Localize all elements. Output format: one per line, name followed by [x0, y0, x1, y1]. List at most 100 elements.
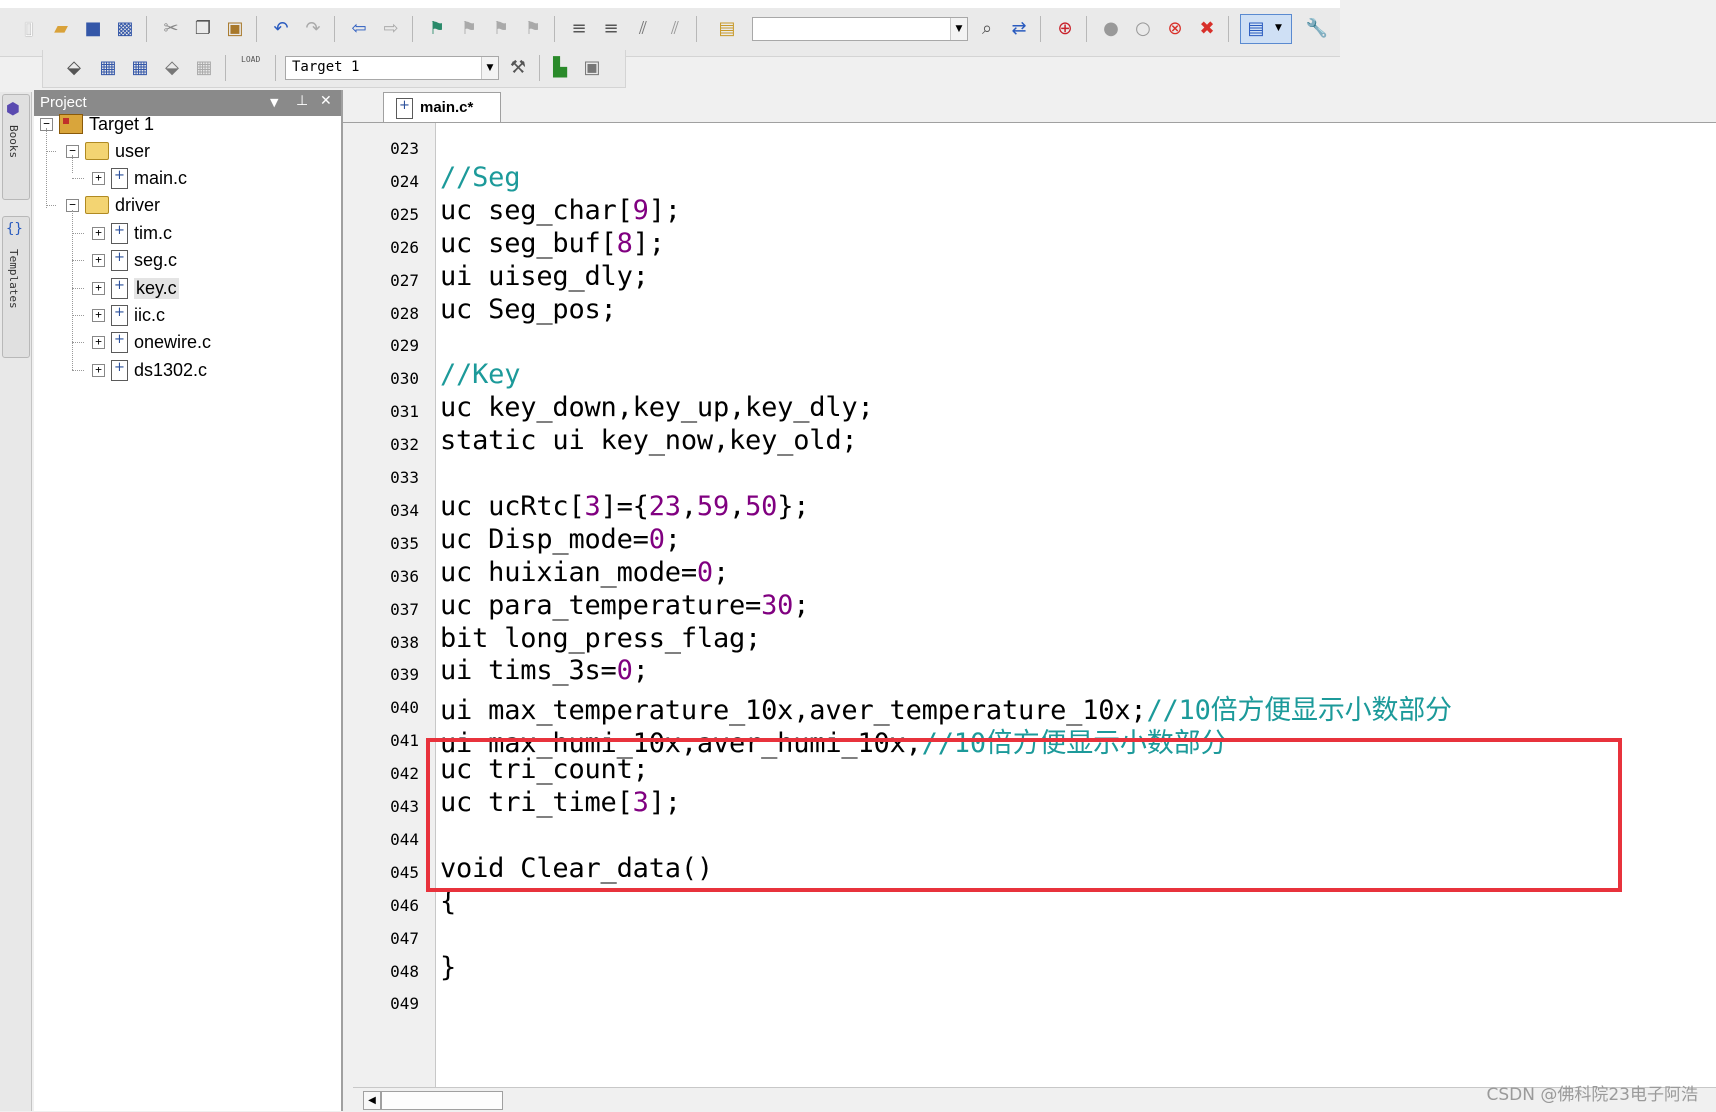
back-icon[interactable]: ⇦ — [348, 18, 370, 40]
code-line[interactable]: //Seg — [440, 162, 520, 193]
tree-item-main-c[interactable]: + main.c — [92, 165, 187, 191]
books-tab-label: Books — [7, 125, 20, 159]
code-text: ui uiseg_dly; — [440, 260, 649, 292]
uncomment-icon[interactable]: ⫽ — [664, 18, 686, 40]
clear-bookmarks-icon[interactable]: ⚑ — [522, 18, 544, 40]
open-icon[interactable]: ▰ — [50, 18, 72, 40]
options-icon[interactable]: ⚒ — [507, 57, 529, 79]
code-text: ]; — [632, 227, 665, 259]
chevron-down-icon[interactable]: ▼ — [270, 96, 278, 109]
expand-icon[interactable]: + — [92, 171, 105, 185]
breakpoint-icon[interactable]: ● — [1100, 18, 1122, 40]
select-packs-icon[interactable]: ▣ — [581, 57, 603, 79]
kill-breakpoints-icon[interactable]: ✖ — [1196, 18, 1218, 40]
build-icon[interactable]: ▦ — [97, 57, 119, 79]
tree-connector — [72, 315, 84, 316]
code-line[interactable]: //Key — [440, 359, 520, 390]
tab-main-c[interactable]: main.c* — [383, 92, 501, 122]
expand-icon[interactable]: + — [92, 335, 105, 349]
code-number: 9 — [632, 194, 649, 226]
code-text: uc ucRtc[ — [440, 490, 585, 522]
translate-icon[interactable]: ⬙ — [63, 57, 85, 79]
unindent-icon[interactable]: ≡ — [600, 18, 622, 40]
prev-bookmark-icon[interactable]: ⚑ — [458, 18, 480, 40]
tree-item-ds1302-c[interactable]: + ds1302.c — [92, 357, 207, 383]
copy-icon[interactable]: ❐ — [192, 18, 214, 40]
code-text: ui tims_3s= — [440, 655, 617, 687]
redo-icon[interactable]: ↷ — [302, 18, 324, 40]
code-line[interactable]: uc huixian_mode=0; — [440, 557, 729, 588]
tree-item-seg-c[interactable]: + seg.c — [92, 247, 177, 273]
code-line[interactable]: uc Disp_mode=0; — [440, 524, 681, 555]
code-line[interactable]: uc seg_buf[8]; — [440, 228, 665, 259]
expand-icon[interactable]: + — [92, 226, 105, 240]
tree-item-iic-c[interactable]: + iic.c — [92, 302, 165, 328]
code-editor[interactable]: 023 024 025 026 027 028 029 030 031 032 033 034 035 0… — [353, 123, 1716, 1087]
code-line[interactable]: uc para_temperature=30; — [440, 590, 809, 621]
download-icon[interactable]: LOAD — [241, 55, 267, 81]
pin-icon[interactable]: ⊥ — [296, 93, 308, 109]
chevron-down-icon[interactable]: ▼ — [481, 57, 498, 79]
chevron-down-icon[interactable]: ▼ — [950, 18, 967, 40]
tree-item-tim-c[interactable]: + tim.c — [92, 220, 172, 246]
close-icon[interactable]: ✕ — [320, 93, 332, 109]
code-number: 3 — [584, 490, 601, 522]
code-line[interactable]: bit long_press_flag; — [440, 623, 761, 654]
save-icon[interactable]: ■ — [82, 18, 104, 40]
target-select[interactable]: Target 1 ▼ — [285, 56, 499, 80]
batch-build-icon[interactable]: ⬙ — [161, 57, 183, 79]
comment-icon[interactable]: ⫽ — [632, 18, 654, 40]
scrollbar-thumb[interactable] — [381, 1091, 503, 1110]
cut-icon[interactable]: ✂ — [160, 18, 182, 40]
c-file-icon — [111, 304, 128, 326]
code-line[interactable]: uc Seg_pos; — [440, 294, 617, 325]
save-all-icon[interactable]: ▩ — [114, 18, 136, 40]
books-tab[interactable]: ⬢ Books — [2, 94, 30, 200]
indent-icon[interactable]: ≡ — [568, 18, 590, 40]
templates-tab[interactable]: {} Templates — [2, 216, 30, 358]
expand-icon[interactable]: + — [92, 281, 105, 295]
expand-icon[interactable]: + — [92, 308, 105, 322]
code-line[interactable]: } — [440, 952, 456, 983]
new-file-icon[interactable]: ▯ — [18, 18, 40, 40]
stop-build-icon[interactable]: ▦ — [193, 57, 215, 79]
forward-icon[interactable]: ⇨ — [380, 18, 402, 40]
code-line[interactable]: uc key_down,key_up,key_dly; — [440, 392, 874, 423]
tree-item-key-c[interactable]: + key.c — [92, 275, 179, 301]
highlight-annotation-box — [426, 738, 1622, 892]
code-line[interactable]: ui uiseg_dly; — [440, 261, 649, 292]
code-line[interactable]: uc seg_char[9]; — [440, 195, 681, 226]
tree-connector — [72, 155, 73, 173]
window-icon: ▤ — [1247, 18, 1265, 39]
configure-icon[interactable]: 🔧 — [1306, 18, 1328, 40]
code-line[interactable]: uc ucRtc[3]={23,59,50}; — [440, 490, 810, 522]
code-text: uc key_down,key_up,key_dly; — [440, 392, 874, 424]
find-in-files-icon[interactable]: ▤ — [716, 18, 738, 40]
code-line[interactable]: ui tims_3s=0; — [440, 655, 649, 686]
rebuild-icon[interactable]: ▦ — [129, 57, 151, 79]
tree-item-user[interactable]: − user — [66, 138, 150, 164]
bookmark-icon[interactable]: ⚑ — [426, 18, 448, 40]
manage-components-icon[interactable]: ▙ — [549, 57, 571, 79]
undo-icon[interactable]: ↶ — [270, 18, 292, 40]
tree-connector — [72, 178, 84, 179]
expand-icon[interactable]: + — [92, 363, 105, 377]
scroll-left-icon[interactable]: ◀ — [363, 1091, 381, 1110]
expand-icon[interactable]: + — [92, 253, 105, 267]
disable-breakpoint-icon[interactable]: ○ — [1132, 18, 1154, 40]
debug-icon[interactable]: ⊕ — [1054, 18, 1076, 40]
find-combo[interactable]: ▼ — [752, 17, 968, 41]
tree-item-driver[interactable]: − driver — [66, 192, 160, 218]
tree-item-target-1[interactable]: − Target 1 — [40, 111, 154, 137]
window-dropdown[interactable]: ▤ ▼ — [1240, 14, 1292, 44]
next-bookmark-icon[interactable]: ⚑ — [490, 18, 512, 40]
line-number-gutter: 023 024 025 026 027 028 029 030 031 032 033 034 035 0… — [353, 123, 436, 1087]
download-label: LOAD — [241, 55, 261, 64]
find-icon[interactable]: ⌕ — [976, 18, 998, 40]
incremental-find-icon[interactable]: ⇄ — [1008, 18, 1030, 40]
line-number: 047 — [390, 928, 419, 948]
code-line[interactable]: static ui key_now,key_old; — [440, 425, 858, 456]
paste-icon[interactable]: ▣ — [224, 18, 246, 40]
tree-item-onewire-c[interactable]: + onewire.c — [92, 329, 211, 355]
disable-all-breakpoints-icon[interactable]: ⊗ — [1164, 18, 1186, 40]
